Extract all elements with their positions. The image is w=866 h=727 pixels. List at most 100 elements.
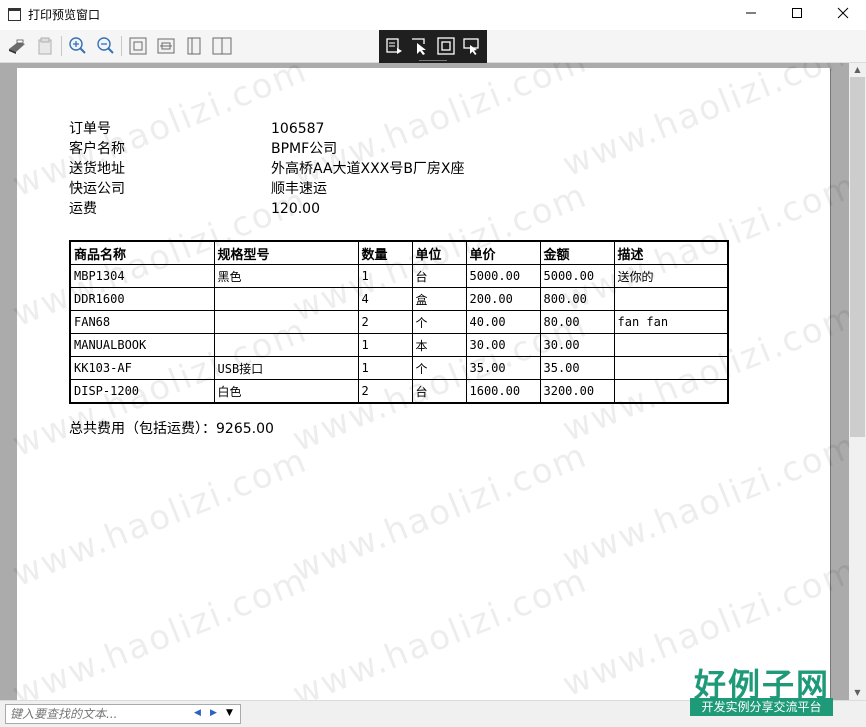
field-order-number: 订单号 106587 <box>69 119 569 139</box>
table-cell: DDR1600 <box>69 287 215 311</box>
table-cell: 35.00 <box>539 356 615 380</box>
site-logo: 好例子网 开发实例分享交流平台 <box>690 660 835 718</box>
close-button[interactable] <box>820 0 866 30</box>
logo-subtitle: 开发实例分享交流平台 <box>690 698 833 716</box>
table-cell <box>613 356 729 380</box>
order-fields: 订单号 106587 客户名称 BPMF公司 送货地址 外高桥AA大道XXX号B… <box>69 119 569 219</box>
maximize-button[interactable] <box>774 0 820 30</box>
column-header: 单位 <box>411 240 467 265</box>
minimize-button[interactable] <box>728 0 774 30</box>
field-delivery-address: 送货地址 外高桥AA大道XXX号B厂房X座 <box>69 159 569 179</box>
table-cell: 本 <box>411 333 467 357</box>
maximize-icon <box>792 8 802 18</box>
watermark: www.haolizi.com <box>7 440 314 596</box>
find-box: ◀ ▶ ▼ <box>5 704 241 724</box>
table-row: KK103-AF USB接口 1 个 35.00 35.00 <box>69 356 729 380</box>
table-cell: 个 <box>411 310 467 334</box>
single-page-button[interactable] <box>183 35 205 57</box>
watermark: www.haolizi.com <box>557 425 849 581</box>
fit-button[interactable] <box>436 36 456 56</box>
find-options-dropdown[interactable]: ▼ <box>226 708 233 718</box>
preview-page: www.haolizi.com www.haolizi.com www.haol… <box>7 63 849 700</box>
table-cell <box>213 287 359 311</box>
table-cell <box>613 379 729 404</box>
table-cell: 40.00 <box>465 310 541 334</box>
page-setup-icon <box>38 37 52 55</box>
zoom-out-icon <box>97 37 114 54</box>
table-cell: 800.00 <box>539 287 615 311</box>
table-cell: 5000.00 <box>465 264 541 288</box>
find-text-input[interactable] <box>6 705 194 723</box>
print-icon <box>9 39 25 54</box>
fit-width-icon <box>157 38 175 54</box>
table-cell: 送你的 <box>613 264 729 288</box>
preview-viewport[interactable]: www.haolizi.com www.haolizi.com www.haol… <box>0 63 849 700</box>
floating-toolbar <box>379 30 487 66</box>
field-customer-name: 客户名称 BPMF公司 <box>69 139 569 159</box>
window-title: 打印预览窗口 <box>28 8 101 22</box>
table-cell: fan fan <box>613 310 729 334</box>
table-cell: MANUALBOOK <box>69 333 215 357</box>
table-header-row: 商品名称 规格型号 数量 单位 单价 金额 描述 <box>69 240 729 265</box>
table-cell: 黑色 <box>213 264 359 288</box>
table-cell: 台 <box>411 379 467 404</box>
fit-width-button[interactable] <box>155 35 177 57</box>
thumbnail-button[interactable] <box>384 36 404 56</box>
print-button[interactable] <box>6 35 28 57</box>
table-row: DDR1600 4 盒 200.00 800.00 <box>69 287 729 311</box>
field-courier: 快运公司 顺丰速运 <box>69 179 569 199</box>
fit-icon <box>437 37 455 55</box>
toolbar-separator <box>121 36 122 56</box>
toolbar-separator <box>61 36 62 56</box>
title-bar: 打印预览窗口 <box>0 0 866 30</box>
field-value: 顺丰速运 <box>271 181 327 197</box>
single-page-icon <box>187 37 201 55</box>
fit-page-button[interactable] <box>127 35 149 57</box>
minimize-icon <box>746 12 756 14</box>
scrollbar-thumb[interactable] <box>850 77 865 437</box>
page-setup-button[interactable] <box>34 35 56 57</box>
table-cell: 白色 <box>213 379 359 404</box>
select-cursor-button[interactable] <box>410 36 430 56</box>
watermark: www.haolizi.com <box>287 560 594 700</box>
field-shipping-fee: 运费 120.00 <box>69 199 569 219</box>
field-label: 订单号 <box>69 121 111 137</box>
table-cell: USB接口 <box>213 356 359 380</box>
table-cell <box>613 287 729 311</box>
table-cell: 1 <box>357 356 413 380</box>
zoom-out-button[interactable] <box>94 35 116 57</box>
field-label: 快运公司 <box>69 181 125 197</box>
table-cell: 1 <box>357 264 413 288</box>
table-row: FAN68 2 个 40.00 80.00 fan fan <box>69 310 729 334</box>
pan-cursor-button[interactable] <box>462 36 482 56</box>
field-value: BPMF公司 <box>271 141 338 157</box>
table-row: MANUALBOOK 1 本 30.00 30.00 <box>69 333 729 357</box>
table-cell: 30.00 <box>539 333 615 357</box>
scroll-up-arrow[interactable]: ▲ <box>849 63 866 77</box>
table-cell: 5000.00 <box>539 264 615 288</box>
column-header: 规格型号 <box>213 240 359 265</box>
table-cell <box>213 310 359 334</box>
column-header: 描述 <box>613 240 729 265</box>
find-previous-button[interactable]: ◀ <box>194 708 201 718</box>
column-header: 金额 <box>539 240 615 265</box>
find-next-button[interactable]: ▶ <box>210 708 217 718</box>
table-cell: 200.00 <box>465 287 541 311</box>
table-cell: MBP1304 <box>69 264 215 288</box>
table-cell: FAN68 <box>69 310 215 334</box>
table-cell: 80.00 <box>539 310 615 334</box>
field-value: 外高桥AA大道XXX号B厂房X座 <box>271 161 465 177</box>
table-cell <box>613 333 729 357</box>
window-app-icon <box>8 8 21 21</box>
table-cell: 个 <box>411 356 467 380</box>
two-page-button[interactable] <box>211 35 233 57</box>
select-cursor-icon <box>412 38 426 55</box>
column-header: 数量 <box>357 240 413 265</box>
scroll-down-arrow[interactable]: ▼ <box>849 686 866 700</box>
order-items-table: 商品名称 规格型号 数量 单位 单价 金额 描述 MBP1304 黑色 1 台 … <box>69 240 729 404</box>
table-cell: 4 <box>357 287 413 311</box>
watermark: www.haolizi.com <box>557 63 849 186</box>
table-cell: KK103-AF <box>69 356 215 380</box>
table-cell: 1600.00 <box>465 379 541 404</box>
zoom-in-button[interactable] <box>66 35 88 57</box>
